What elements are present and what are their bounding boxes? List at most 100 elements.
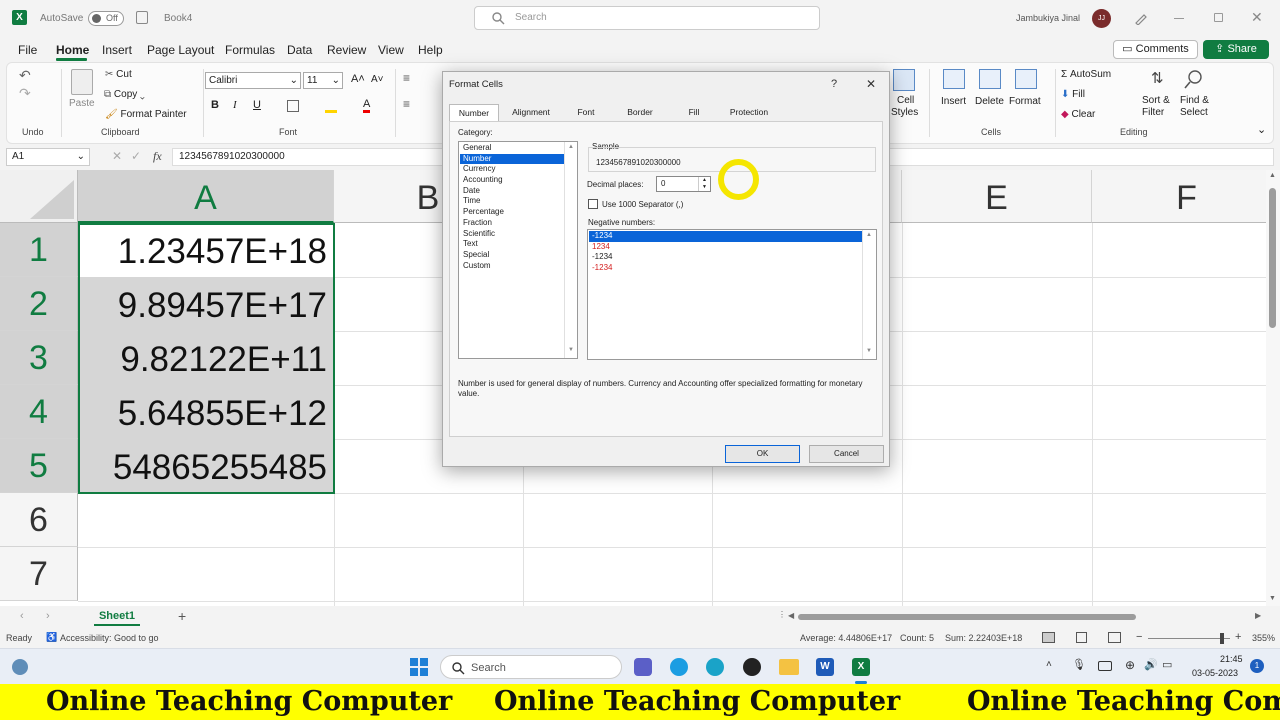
- sort-filter-label-2[interactable]: Filter: [1142, 107, 1164, 118]
- user-avatar[interactable]: JJ: [1092, 9, 1111, 28]
- scroll-up-icon[interactable]: ▲: [866, 232, 872, 238]
- taskbar-search-box[interactable]: Search: [440, 655, 622, 679]
- decimal-places-spinner[interactable]: 0 ▲ ▼: [656, 176, 711, 192]
- separator-checkbox[interactable]: [588, 199, 598, 209]
- negative-number-option[interactable]: -1234: [589, 231, 863, 242]
- fill-color-icon[interactable]: [325, 99, 337, 113]
- autosum-button[interactable]: Σ AutoSum: [1061, 69, 1111, 80]
- negative-number-option[interactable]: 1234: [589, 242, 863, 253]
- tab-protection[interactable]: Protection: [723, 104, 775, 121]
- minimize-icon[interactable]: [1174, 18, 1184, 19]
- restore-icon[interactable]: [1214, 13, 1223, 22]
- confirm-entry-icon[interactable]: ✓: [131, 149, 141, 163]
- paste-label[interactable]: Paste: [69, 98, 95, 109]
- fill-button[interactable]: ⬇ Fill: [1061, 89, 1085, 100]
- sort-filter-label-1[interactable]: Sort &: [1142, 95, 1170, 106]
- taskbar-time[interactable]: 21:45: [1220, 654, 1243, 664]
- category-item[interactable]: Fraction: [460, 218, 564, 229]
- dialog-help-button[interactable]: ?: [831, 78, 837, 90]
- add-sheet-button[interactable]: +: [178, 608, 186, 624]
- weather-icon[interactable]: [12, 659, 28, 675]
- row-header-6[interactable]: 6: [0, 493, 78, 547]
- shrink-font-icon[interactable]: A˅: [371, 74, 384, 85]
- insert-cells-icon[interactable]: [943, 69, 965, 89]
- teams-icon[interactable]: [634, 658, 652, 676]
- tab-font[interactable]: Font: [561, 104, 611, 121]
- zoom-slider[interactable]: [1148, 633, 1230, 644]
- zoom-in-icon[interactable]: +: [1235, 631, 1241, 643]
- negative-number-option[interactable]: -1234: [589, 252, 863, 263]
- hscroll-left-icon[interactable]: ◀: [788, 611, 794, 620]
- category-item[interactable]: Number: [460, 153, 564, 165]
- redo-icon[interactable]: ↷: [19, 85, 31, 102]
- tab-help[interactable]: Help: [418, 43, 443, 57]
- tab-border[interactable]: Border: [615, 104, 665, 121]
- category-item[interactable]: Scientific: [460, 229, 564, 240]
- negative-number-option[interactable]: -1234: [589, 263, 863, 274]
- cell-styles-label-2[interactable]: Styles: [891, 107, 918, 118]
- spin-down-icon[interactable]: ▼: [702, 184, 707, 190]
- row-header-7[interactable]: 7: [0, 547, 78, 601]
- cut-button[interactable]: ✂ Cut: [105, 69, 132, 80]
- column-header-e[interactable]: E: [902, 170, 1092, 223]
- zoom-out-icon[interactable]: −: [1136, 631, 1142, 643]
- tab-data[interactable]: Data: [287, 43, 312, 57]
- row-header-4[interactable]: 4: [0, 385, 78, 439]
- hscroll-right-icon[interactable]: ▶: [1255, 611, 1261, 620]
- page-break-view-icon[interactable]: [1108, 632, 1121, 643]
- separator-label[interactable]: Use 1000 Separator (,): [602, 200, 683, 209]
- page-layout-view-icon[interactable]: [1076, 632, 1087, 643]
- excel-taskbar-icon[interactable]: X: [852, 658, 870, 676]
- align-left-icon[interactable]: ≡: [403, 97, 410, 111]
- autosave-toggle[interactable]: Off: [88, 11, 124, 26]
- category-item[interactable]: Date: [460, 186, 564, 197]
- save-icon[interactable]: [136, 11, 148, 24]
- file-explorer-icon[interactable]: [779, 659, 799, 675]
- delete-cells-label[interactable]: Delete: [975, 96, 1004, 107]
- close-window-icon[interactable]: ✕: [1251, 9, 1263, 26]
- pen-icon[interactable]: [1134, 11, 1148, 25]
- scroll-up-icon[interactable]: ▲: [568, 144, 574, 150]
- start-button[interactable]: [410, 658, 428, 676]
- category-item[interactable]: Custom: [460, 261, 564, 272]
- chat-icon[interactable]: [706, 658, 724, 676]
- tab-insert[interactable]: Insert: [102, 43, 132, 57]
- column-header-f[interactable]: F: [1092, 170, 1266, 223]
- find-select-icon[interactable]: [1183, 68, 1205, 90]
- row-header-5[interactable]: 5: [0, 439, 78, 493]
- tab-home[interactable]: Home: [56, 43, 89, 57]
- comments-button[interactable]: ▭ Comments: [1113, 40, 1198, 59]
- sheet-tab-sheet1[interactable]: Sheet1: [94, 606, 140, 626]
- spin-up-icon[interactable]: ▲: [702, 177, 707, 183]
- row-header-1[interactable]: 1: [0, 223, 78, 277]
- ok-button[interactable]: OK: [725, 445, 800, 463]
- undo-icon[interactable]: ↶: [19, 67, 31, 84]
- scroll-up-icon[interactable]: ▲: [1269, 172, 1276, 179]
- column-header-a[interactable]: A: [78, 170, 334, 223]
- row-header-3[interactable]: 3: [0, 331, 78, 385]
- sheet-prev-icon[interactable]: ‹: [20, 610, 24, 622]
- tab-formulas[interactable]: Formulas: [225, 43, 275, 57]
- category-item[interactable]: Special: [460, 250, 564, 261]
- font-color-icon[interactable]: A: [363, 98, 371, 113]
- cell-styles-icon[interactable]: [893, 69, 915, 91]
- align-top-icon[interactable]: ≡: [403, 71, 410, 85]
- tab-review[interactable]: Review: [327, 43, 366, 57]
- share-button[interactable]: ⇪ Share: [1203, 40, 1269, 59]
- collapse-ribbon-icon[interactable]: ⌄: [1257, 123, 1266, 136]
- font-name-select[interactable]: Calibri ⌄: [205, 72, 301, 89]
- category-item[interactable]: Percentage: [460, 207, 564, 218]
- copy-button[interactable]: ⧉ Copy ⌄: [104, 89, 145, 100]
- microphone-icon[interactable]: 🎙: [1072, 658, 1086, 671]
- paste-icon[interactable]: [71, 69, 93, 95]
- tab-number[interactable]: Number: [449, 104, 499, 121]
- battery-icon[interactable]: ▭: [1162, 658, 1172, 671]
- format-cells-label[interactable]: Format: [1009, 96, 1041, 107]
- tray-overflow-icon[interactable]: ˄: [1046, 659, 1052, 670]
- scroll-down-icon[interactable]: ▼: [1269, 595, 1276, 602]
- taskbar-date[interactable]: 03-05-2023: [1192, 668, 1238, 678]
- insert-function-icon[interactable]: fx: [153, 149, 162, 164]
- clear-button[interactable]: ◆ Clear: [1061, 109, 1095, 120]
- search-box[interactable]: Search: [474, 6, 820, 30]
- category-scrollbar[interactable]: ▲ ▼: [564, 142, 577, 358]
